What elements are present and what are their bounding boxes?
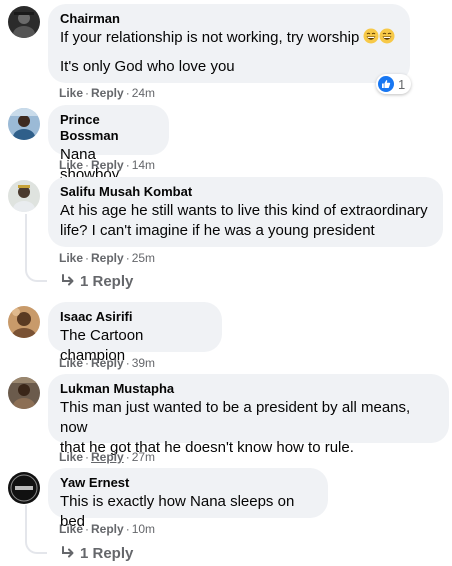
comment-timestamp[interactable]: 25m: [132, 251, 155, 265]
view-replies-button[interactable]: 1 Reply: [60, 544, 133, 564]
comment-actions: Like · Reply · 25m: [59, 250, 155, 266]
separator: ·: [125, 450, 130, 464]
avatar[interactable]: [8, 472, 40, 504]
grinning-face-icon: [379, 28, 395, 44]
comment-timestamp[interactable]: 27m: [132, 450, 155, 464]
avatar[interactable]: [8, 306, 40, 338]
separator: ·: [125, 251, 130, 265]
avatar[interactable]: [8, 6, 40, 38]
comment-bubble: Isaac Asirifi The Cartoon champion: [48, 302, 222, 364]
replies-label: 1 Reply: [80, 273, 134, 290]
reply-button[interactable]: Reply: [91, 450, 124, 464]
comment-actions: Like · Reply · 14m: [59, 157, 155, 173]
comment-timestamp[interactable]: 10m: [132, 522, 155, 536]
like-button[interactable]: Like: [59, 158, 83, 172]
reply-button[interactable]: Reply: [91, 86, 124, 100]
separator: ·: [85, 158, 90, 172]
reply-button[interactable]: Reply: [91, 251, 124, 265]
replies-label: 1 Reply: [80, 545, 134, 562]
grinning-face-icon: [363, 28, 379, 44]
separator: ·: [85, 450, 90, 464]
comment-actions: Like · Reply · 10m: [59, 521, 155, 537]
comment-text-line: At his age he still wants to live this k…: [60, 202, 428, 219]
like-button[interactable]: Like: [59, 450, 83, 464]
thread-line: [25, 214, 27, 270]
separator: ·: [85, 522, 90, 536]
comment-bubble: Salifu Musah Kombat At his age he still …: [48, 177, 443, 247]
comment-bubble: Lukman Mustapha This man just wanted to …: [48, 374, 449, 456]
comment-actions: Like · Reply · 24m: [59, 85, 155, 101]
comment-author[interactable]: Chairman: [60, 11, 398, 27]
comment-text-line: It's only God who love you: [60, 58, 235, 75]
avatar[interactable]: [8, 377, 40, 409]
comment-timestamp[interactable]: 39m: [132, 356, 155, 370]
comment-author[interactable]: Salifu Musah Kombat: [60, 184, 431, 200]
like-reaction-icon: [378, 76, 394, 92]
separator: ·: [125, 86, 130, 100]
separator: ·: [125, 522, 130, 536]
comment-actions: Like · Reply · 27m: [59, 449, 155, 465]
like-button[interactable]: Like: [59, 251, 83, 265]
reply-button[interactable]: Reply: [91, 522, 124, 536]
avatar[interactable]: [8, 108, 40, 140]
comment-actions: Like · Reply · 39m: [59, 355, 155, 371]
reaction-count-badge[interactable]: 1: [376, 74, 412, 94]
view-replies-button[interactable]: 1 Reply: [60, 272, 133, 292]
separator: ·: [125, 158, 130, 172]
separator: ·: [85, 356, 90, 370]
reply-arrow-icon: [62, 546, 74, 558]
comment-text: If your relationship is not working, try…: [60, 28, 398, 48]
thread-connector: [25, 540, 47, 554]
comment-author[interactable]: Prince Bossman: [60, 112, 157, 144]
reply-arrow-icon: [62, 274, 74, 286]
separator: ·: [85, 86, 90, 100]
thread-connector: [25, 268, 47, 282]
comment-bubble: Prince Bossman Nana showboy: [48, 105, 169, 183]
like-button[interactable]: Like: [59, 522, 83, 536]
separator: ·: [125, 356, 130, 370]
like-button[interactable]: Like: [59, 86, 83, 100]
comment-bubble: Chairman If your relationship is not wor…: [48, 4, 410, 83]
reply-button[interactable]: Reply: [91, 158, 124, 172]
reply-button[interactable]: Reply: [91, 356, 124, 370]
like-button[interactable]: Like: [59, 356, 83, 370]
comment-author[interactable]: Isaac Asirifi: [60, 309, 210, 325]
comment-timestamp[interactable]: 24m: [132, 86, 155, 100]
comment-author[interactable]: Yaw Ernest: [60, 475, 316, 491]
thread-line: [25, 505, 27, 542]
avatar[interactable]: [8, 180, 40, 212]
separator: ·: [85, 251, 90, 265]
comment-author[interactable]: Lukman Mustapha: [60, 381, 437, 397]
comment-text-line: This man just wanted to be a president b…: [60, 399, 411, 436]
comment-timestamp[interactable]: 14m: [132, 158, 155, 172]
comment-text-line: If your relationship is not working, try…: [60, 29, 360, 46]
reaction-count: 1: [398, 76, 406, 92]
comment-bubble: Yaw Ernest This is exactly how Nana slee…: [48, 468, 328, 530]
comment-text-line: life? I can't imagine if he was a young …: [60, 222, 375, 239]
